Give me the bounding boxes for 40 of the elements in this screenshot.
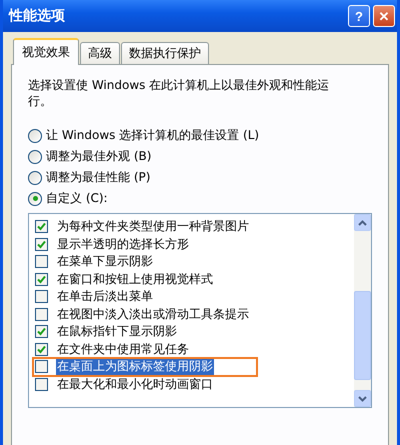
checkbox[interactable] xyxy=(35,378,48,391)
caret-up-icon xyxy=(358,220,367,226)
radio-button[interactable] xyxy=(28,170,42,184)
tab[interactable]: 视觉效果 xyxy=(13,38,79,65)
radio-label: 调整为最佳性能 (P) xyxy=(46,169,150,186)
checkbox[interactable] xyxy=(35,360,48,374)
window-title: 性能选项 xyxy=(9,7,66,25)
checkbox[interactable] xyxy=(35,255,48,268)
scroll-down-button[interactable] xyxy=(354,390,371,407)
radio-button[interactable] xyxy=(28,192,42,206)
effect-label[interactable]: 在菜单下显示阴影 xyxy=(56,253,154,270)
effect-label[interactable]: 在鼠标指针下显示阴影 xyxy=(56,323,178,340)
close-button[interactable]: ✕ xyxy=(373,5,395,27)
effect-label[interactable]: 在文件夹中使用常见任务 xyxy=(56,340,190,358)
help-button[interactable]: ? xyxy=(348,5,370,27)
radio-label: 自定义 (C): xyxy=(46,190,108,207)
radio-button[interactable] xyxy=(28,150,42,164)
effect-label[interactable]: 在视图中淡入淡出或滑动工具条提示 xyxy=(56,306,250,323)
caret-down-icon xyxy=(358,396,367,402)
checkbox[interactable] xyxy=(35,325,48,338)
effect-label[interactable]: 在单击后淡出菜单 xyxy=(56,288,154,306)
effect-label[interactable]: 为每种文件夹类型使用一种背景图片 xyxy=(56,218,250,236)
checkbox[interactable] xyxy=(35,220,48,234)
tab[interactable]: 数据执行保护 xyxy=(121,42,209,64)
description-text: 选择设置使 Windows 在此计算机上以最佳外观和性能运行。 xyxy=(28,77,330,109)
checkbox[interactable] xyxy=(35,290,48,304)
checkbox[interactable] xyxy=(35,308,48,321)
effect-label[interactable]: 在桌面上为图标标签使用阴影 xyxy=(56,358,214,376)
effect-label[interactable]: 显示半透明的选择长方形 xyxy=(56,236,190,253)
checkbox[interactable] xyxy=(35,272,48,286)
tab[interactable]: 高级 xyxy=(80,42,120,64)
radio-label: 调整为最佳外观 (B) xyxy=(46,148,152,165)
radio-label: 让 Windows 选择计算机的最佳设置 (L) xyxy=(46,127,260,144)
effect-label[interactable]: 在窗口和按钮上使用视觉样式 xyxy=(56,270,214,288)
scroll-thumb[interactable] xyxy=(354,291,371,380)
radio-button[interactable] xyxy=(28,128,42,142)
effect-label[interactable]: 在最大化和最小化时动画窗口 xyxy=(56,376,214,393)
checkbox[interactable] xyxy=(35,238,48,251)
checkbox[interactable] xyxy=(35,342,48,356)
scroll-up-button[interactable] xyxy=(354,214,371,231)
